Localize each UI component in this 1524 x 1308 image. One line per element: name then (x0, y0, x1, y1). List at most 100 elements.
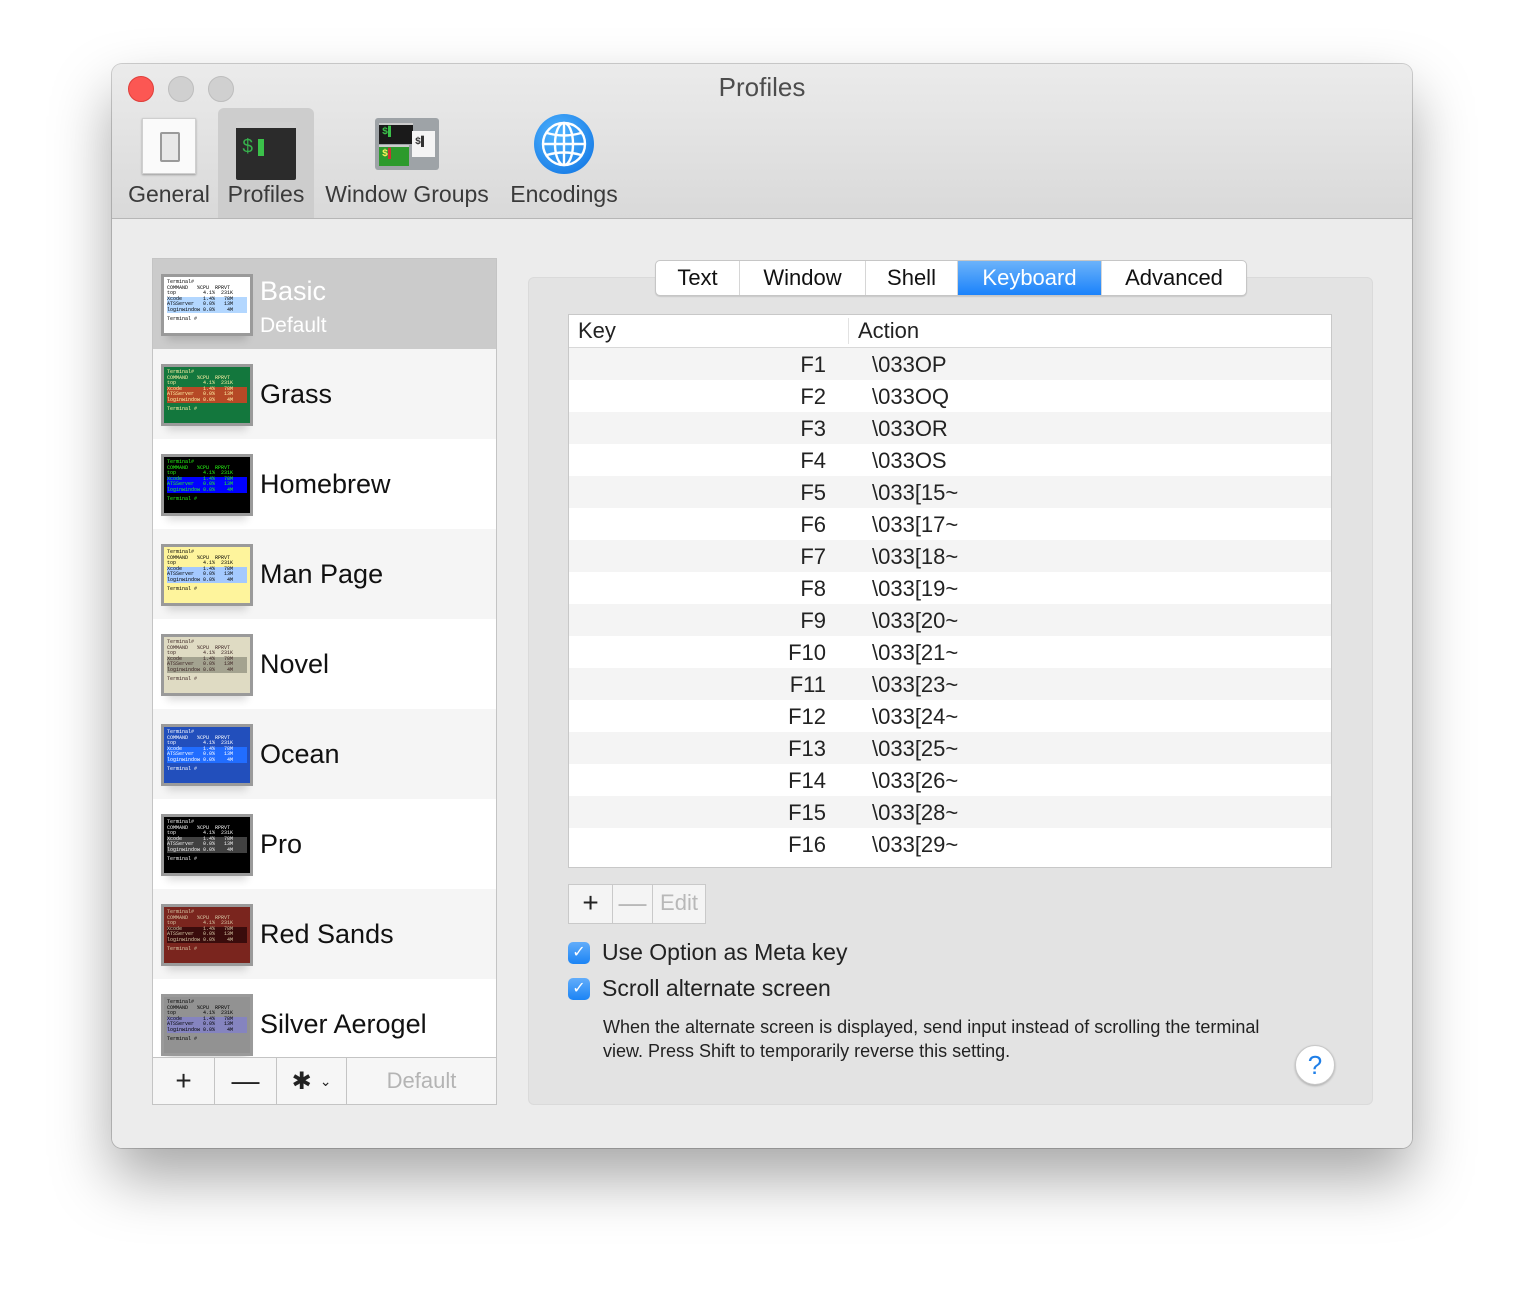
profile-item[interactable]: Terminal# COMMAND %CPU RPRVT top 4.1% 231K… (153, 529, 496, 619)
remove-profile-button[interactable]: — (215, 1058, 277, 1104)
action-cell: \033[29~ (872, 832, 959, 857)
profile-name: Pro (260, 829, 303, 859)
profile-preview-thumbnail: Terminal# COMMAND %CPU RPRVT top 4.1% 231K… (161, 544, 253, 606)
key-cell: F15 (788, 800, 826, 825)
profile-item[interactable]: Terminal# COMMAND %CPU RPRVT top 4.1% 231K… (153, 619, 496, 709)
profile-name: Novel (260, 649, 330, 679)
option-as-meta-checkbox[interactable]: ✓ Use Option as Meta key (568, 939, 847, 966)
key-cell: F4 (800, 448, 826, 473)
checkmark-icon[interactable]: ✓ (568, 941, 590, 964)
action-cell: \033[18~ (872, 544, 959, 569)
profile-item[interactable]: Terminal# COMMAND %CPU RPRVT top 4.1% 231K… (153, 799, 496, 889)
column-header-action[interactable]: Action (858, 318, 919, 344)
table-row[interactable]: F14 \033[26~ (569, 764, 1331, 796)
table-row[interactable]: F3 \033OR (569, 412, 1331, 444)
table-row[interactable]: F16 \033[29~ (569, 828, 1331, 860)
profile-item[interactable]: Terminal# COMMAND %CPU RPRVT top 4.1% 231K… (153, 349, 496, 439)
action-cell: \033OQ (872, 384, 950, 409)
set-default-button[interactable]: Default (347, 1058, 496, 1104)
scroll-alternate-screen-label: Scroll alternate screen (602, 975, 831, 1001)
settings-tabs: Text Window Shell Keyboard Advanced (655, 260, 1247, 296)
toolbar-window-groups[interactable]: $▌ $▌ $▌ Window Groups (318, 108, 496, 218)
scroll-alternate-description: When the alternate screen is displayed, … (603, 1017, 1260, 1061)
key-cell: F7 (800, 544, 826, 569)
help-button[interactable]: ? (1295, 1045, 1335, 1085)
profile-item[interactable]: Terminal# COMMAND %CPU RPRVT top 4.1% 231K… (153, 709, 496, 799)
table-row[interactable]: F1 \033OP (569, 348, 1331, 380)
edit-key-button[interactable]: Edit (653, 885, 705, 923)
window-groups-icon: $▌ $▌ $▌ (375, 118, 439, 170)
checkmark-icon[interactable]: ✓ (568, 977, 590, 1000)
profile-action-menu[interactable]: ✱ ⌄ (277, 1058, 347, 1104)
table-row[interactable]: F9 \033[20~ (569, 604, 1331, 636)
profile-list[interactable]: Terminal# COMMAND %CPU RPRVT top 4.1% 231K… (152, 258, 497, 1059)
key-cell: F10 (788, 640, 826, 665)
table-row[interactable]: F15 \033[28~ (569, 796, 1331, 828)
table-row[interactable]: F13 \033[25~ (569, 732, 1331, 764)
key-cell: F3 (800, 416, 826, 441)
profile-preview-thumbnail: Terminal# COMMAND %CPU RPRVT top 4.1% 231K… (161, 364, 253, 426)
preferences-window: Profiles General $ Profiles $▌ $▌ $▌ Win… (112, 64, 1412, 1148)
key-cell: F2 (800, 384, 826, 409)
profile-name: Red Sands (260, 919, 394, 949)
action-cell: \033OS (872, 448, 947, 473)
toolbar-window-groups-label: Window Groups (325, 181, 489, 207)
profile-preview-thumbnail: Terminal# COMMAND %CPU RPRVT top 4.1% 231K… (161, 634, 253, 696)
tab-advanced[interactable]: Advanced (1102, 261, 1246, 295)
action-cell: \033OP (872, 352, 947, 377)
column-header-key[interactable]: Key (578, 318, 616, 344)
key-cell: F8 (800, 576, 826, 601)
key-mapping-toolbar: + — Edit (568, 884, 706, 924)
table-row[interactable]: F7 \033[18~ (569, 540, 1331, 572)
table-row[interactable]: F5 \033[15~ (569, 476, 1331, 508)
profile-item[interactable]: Terminal# COMMAND %CPU RPRVT top 4.1% 231K… (153, 889, 496, 979)
scroll-alternate-screen-checkbox[interactable]: ✓ Scroll alternate screen (568, 975, 831, 1002)
key-cell: F16 (788, 832, 826, 857)
tab-keyboard[interactable]: Keyboard (958, 261, 1102, 295)
profile-list-toolbar: + — ✱ ⌄ Default (152, 1057, 497, 1105)
option-as-meta-label: Use Option as Meta key (602, 939, 848, 965)
key-cell: F13 (788, 736, 826, 761)
remove-key-button[interactable]: — (613, 885, 653, 923)
profile-preview-thumbnail: Terminal# COMMAND %CPU RPRVT top 4.1% 231K… (161, 724, 253, 786)
toolbar-profiles[interactable]: $ Profiles (218, 108, 314, 218)
action-cell: \033[15~ (872, 480, 959, 505)
tab-text[interactable]: Text (656, 261, 740, 295)
toolbar-general[interactable]: General (122, 108, 216, 218)
add-profile-button[interactable]: + (153, 1058, 215, 1104)
profile-preview-thumbnail: Terminal# COMMAND %CPU RPRVT top 4.1% 231K… (161, 904, 253, 966)
table-row[interactable]: F6 \033[17~ (569, 508, 1331, 540)
action-cell: \033[26~ (872, 768, 959, 793)
profile-item[interactable]: Terminal# COMMAND %CPU RPRVT top 4.1% 231K… (153, 979, 496, 1058)
toolbar-profiles-label: Profiles (227, 181, 305, 207)
toolbar-encodings-label: Encodings (510, 181, 618, 207)
table-row[interactable]: F4 \033OS (569, 444, 1331, 476)
gear-icon: ✱ (291, 1067, 312, 1095)
action-cell: \033[21~ (872, 640, 959, 665)
profile-name: Silver Aerogel (260, 1009, 427, 1039)
profile-name: Ocean (260, 739, 340, 769)
table-row[interactable]: F8 \033[19~ (569, 572, 1331, 604)
add-key-button[interactable]: + (569, 885, 613, 923)
table-row[interactable]: F12 \033[24~ (569, 700, 1331, 732)
key-cell: F12 (788, 704, 826, 729)
table-body: F1 \033OP F2 \033OQ F3 \033OR F4 \033OS F5 \033[1… (569, 348, 1331, 860)
column-divider[interactable] (848, 318, 849, 344)
tab-window[interactable]: Window (740, 261, 866, 295)
profile-item[interactable]: Terminal# COMMAND %CPU RPRVT top 4.1% 231K… (153, 259, 496, 349)
profile-name: Man Page (260, 559, 384, 589)
profile-name: Basic (260, 276, 327, 306)
tab-shell[interactable]: Shell (866, 261, 958, 295)
profile-preview-thumbnail: Terminal# COMMAND %CPU RPRVT top 4.1% 231K… (161, 814, 253, 876)
table-row[interactable]: F2 \033OQ (569, 380, 1331, 412)
profile-preview-thumbnail: Terminal# COMMAND %CPU RPRVT top 4.1% 231K… (161, 454, 253, 516)
toolbar-encodings[interactable]: Encodings (504, 108, 624, 218)
action-cell: \033[28~ (872, 800, 959, 825)
profile-preview-thumbnail: Terminal# COMMAND %CPU RPRVT top 4.1% 231K… (161, 274, 253, 336)
action-cell: \033[19~ (872, 576, 959, 601)
key-mapping-table[interactable]: Key Action F1 \033OP F2 \033OQ F3 \033OR F4 \03… (568, 314, 1332, 868)
profile-item[interactable]: Terminal# COMMAND %CPU RPRVT top 4.1% 231K… (153, 439, 496, 529)
table-row[interactable]: F10 \033[21~ (569, 636, 1331, 668)
key-cell: F6 (800, 512, 826, 537)
table-row[interactable]: F11 \033[23~ (569, 668, 1331, 700)
